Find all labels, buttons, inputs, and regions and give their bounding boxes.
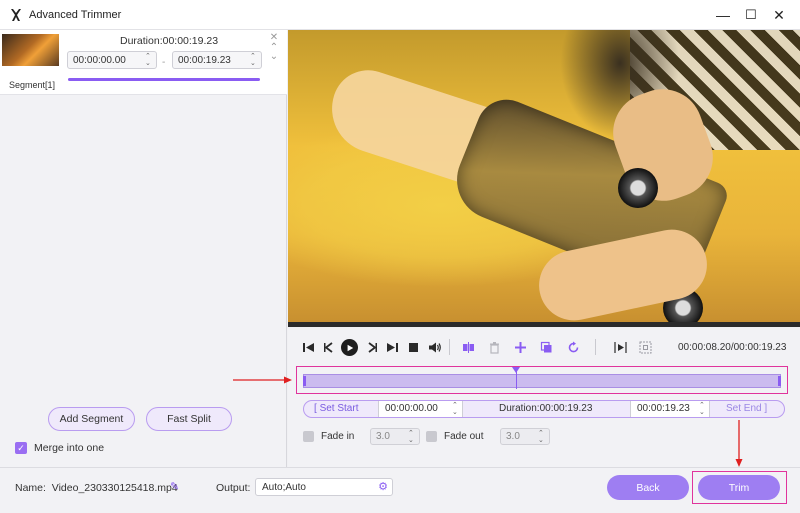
file-name: Video_230330125418.mp4	[51, 482, 178, 494]
fade-out-label: Fade out	[444, 431, 484, 442]
gear-icon[interactable]: ⚙	[378, 480, 388, 493]
reset-icon[interactable]	[565, 339, 581, 355]
add-segment-button[interactable]: Add Segment	[48, 407, 135, 431]
window-title: Advanced Trimmer	[29, 9, 122, 21]
segment-start-field[interactable]: 00:00:00.00 ⌃ ⌄	[67, 51, 157, 69]
segment-start-value: 00:00:00.00	[73, 55, 126, 66]
toolbar-divider	[595, 339, 596, 355]
name-label: Name:	[15, 482, 46, 494]
delete-icon[interactable]	[486, 339, 502, 355]
fade-out-checkbox[interactable]	[426, 431, 437, 442]
fade-in-checkbox[interactable]	[303, 431, 314, 442]
start-time-field[interactable]: 00:00:00.00 ⌃ ⌄	[378, 401, 463, 417]
segment-duration: Duration:00:00:19.23	[120, 35, 219, 47]
spinner-icon[interactable]: ⌃ ⌄	[250, 53, 258, 67]
set-start-label: Set Start	[319, 403, 359, 414]
video-preview	[288, 30, 800, 322]
segment-panel: Segment[1] Duration:00:00:19.23 00:00:00…	[0, 30, 287, 467]
play-segment-icon[interactable]	[612, 339, 628, 355]
output-label: Output:	[216, 482, 251, 494]
fade-out-field[interactable]: 3.0 ⌃ ⌄	[500, 428, 550, 445]
time-readout: 00:00:08.20/00:00:19.23	[678, 342, 787, 353]
segment-range-bar	[68, 78, 260, 81]
fast-split-button[interactable]: Fast Split	[146, 407, 232, 431]
segment-card[interactable]: Segment[1] Duration:00:00:19.23 00:00:00…	[0, 30, 287, 95]
segment-end-value: 00:00:19.23	[178, 55, 231, 66]
previous-frame-icon[interactable]	[320, 339, 336, 355]
spinner-icon[interactable]: ⌃ ⌄	[145, 53, 153, 67]
start-time-value: 00:00:00.00	[385, 403, 438, 414]
edit-name-icon[interactable]: ✎	[170, 480, 182, 493]
set-start-button[interactable]: [ Set Start	[314, 403, 358, 414]
spinner-icon[interactable]: ⌃ ⌄	[538, 430, 546, 444]
close-button[interactable]: ✕	[768, 5, 790, 25]
app-logo-icon	[11, 9, 21, 21]
stop-icon[interactable]	[405, 339, 421, 355]
title-bar: Advanced Trimmer — ☐ ✕	[0, 0, 800, 30]
player-controls: 00:00:08.20/00:00:19.23 [ Set Start 00:0…	[288, 328, 800, 467]
trim-button[interactable]: Trim	[698, 475, 780, 500]
toolbar-divider	[449, 339, 450, 355]
fade-in-value: 3.0	[376, 431, 390, 442]
maximize-button[interactable]: ☐	[740, 5, 762, 25]
trim-start-handle[interactable]	[303, 376, 306, 386]
end-time-field[interactable]: 00:00:19.23 ⌃ ⌄	[630, 401, 710, 417]
fade-in-field[interactable]: 3.0 ⌃ ⌄	[370, 428, 420, 445]
skip-start-icon[interactable]	[300, 339, 316, 355]
output-field[interactable]: Auto;Auto ⚙	[255, 478, 393, 496]
timeline-track[interactable]	[303, 374, 781, 388]
fade-out-value: 3.0	[506, 431, 520, 442]
next-frame-icon[interactable]	[364, 339, 380, 355]
range-separator: -	[162, 57, 166, 68]
play-button[interactable]	[341, 339, 358, 356]
trim-range-bar: [ Set Start 00:00:00.00 ⌃ ⌄ Duration:00:0…	[303, 400, 785, 418]
merge-checkbox[interactable]: ✓	[15, 442, 27, 454]
spinner-icon[interactable]: ⌃ ⌄	[452, 402, 460, 416]
skip-end-icon[interactable]	[384, 339, 400, 355]
add-icon[interactable]	[512, 339, 528, 355]
spinner-icon[interactable]: ⌃ ⌄	[408, 430, 416, 444]
output-value: Auto;Auto	[262, 482, 306, 493]
segment-label: Segment[1]	[9, 80, 56, 90]
loop-play-icon[interactable]	[637, 339, 653, 355]
set-end-button[interactable]: Set End ]	[726, 403, 767, 414]
set-end-label: Set End	[726, 403, 762, 414]
footer-bar: Name: Video_230330125418.mp4 ✎ Output: A…	[0, 467, 800, 513]
trim-end-handle[interactable]	[778, 376, 781, 386]
file-name-row: Name: Video_230330125418.mp4	[15, 482, 178, 494]
volume-icon[interactable]	[426, 339, 442, 355]
move-down-icon[interactable]: ⌄	[268, 52, 280, 62]
copy-icon[interactable]	[538, 339, 554, 355]
back-button[interactable]: Back	[607, 475, 689, 500]
split-icon[interactable]	[460, 339, 476, 355]
timeline-highlight	[296, 366, 788, 394]
fade-in-label: Fade in	[321, 431, 355, 442]
playback-progress[interactable]	[288, 322, 800, 327]
end-time-value: 00:00:19.23	[637, 403, 690, 414]
segment-end-field[interactable]: 00:00:19.23 ⌃ ⌄	[172, 51, 262, 69]
range-duration: Duration:00:00:19.23	[499, 403, 593, 414]
spinner-icon[interactable]: ⌃ ⌄	[699, 402, 707, 416]
merge-label: Merge into one	[34, 442, 105, 454]
segment-thumbnail	[2, 34, 59, 66]
minimize-button[interactable]: —	[712, 5, 734, 25]
playhead-marker-icon[interactable]	[512, 367, 520, 373]
